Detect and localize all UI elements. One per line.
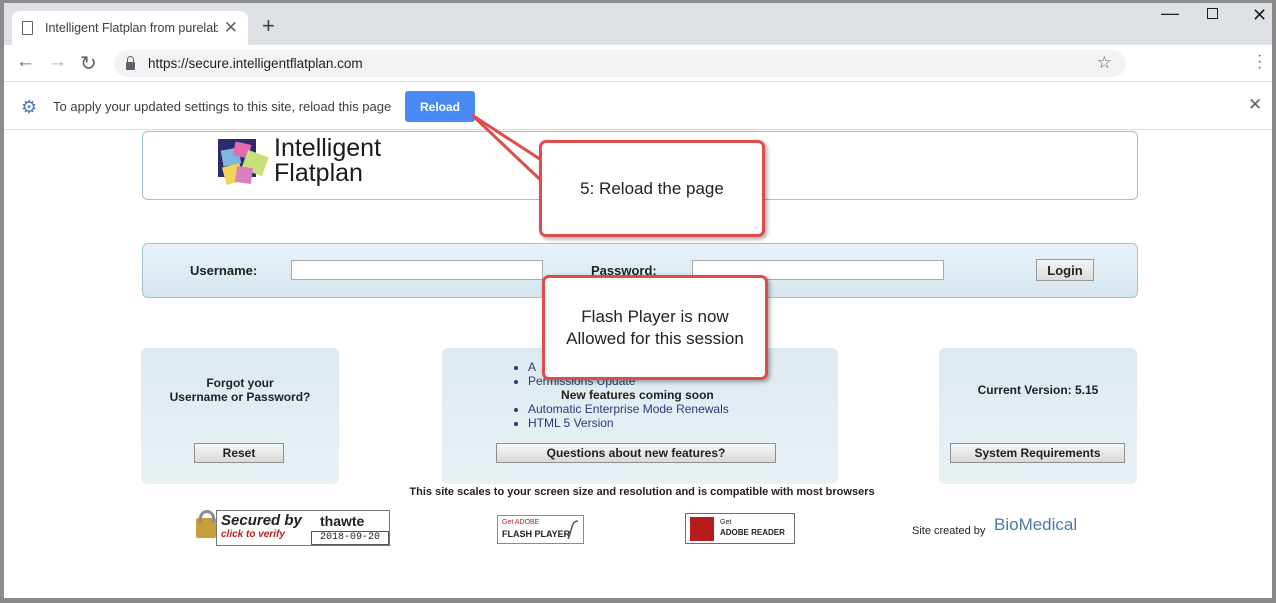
site-logo-text: Intelligent Flatplan [274,136,381,186]
questions-button[interactable]: Questions about new features? [496,443,776,463]
lock-icon [126,56,135,70]
minimize-icon[interactable]: — [1161,3,1179,24]
reset-button[interactable]: Reset [194,443,284,463]
flatplan-logo-icon [218,139,269,186]
biomedical-logo[interactable]: BioMedical [994,515,1077,535]
thawte-main-text: Secured by [221,512,302,529]
thawte-date: 2018-09-20 [311,531,389,545]
tab-strip: Intelligent Flatplan from purelabs ✕ + —… [4,3,1272,45]
forgot-password-panel: Forgot your Username or Password? Reset [141,348,339,484]
thawte-badge[interactable]: Secured by click to verify thawte 2018-0… [192,508,392,549]
flash-callout-line-1: Flash Player is now [581,306,729,326]
logo-line-1: Intelligent [274,134,382,162]
flash-icon [567,520,579,540]
flash-callout-line-2: Allowed for this session [566,328,744,348]
thawte-verify-text: click to verify [221,529,285,540]
get-flash-player-badge[interactable]: Get ADOBE FLASH PLAYER [497,515,584,544]
page-icon [22,21,33,35]
reader-badge-bottom: ADOBE READER [720,528,785,537]
browser-tab[interactable]: Intelligent Flatplan from purelabs ✕ [12,11,248,45]
refresh-icon[interactable]: ↻ [80,51,97,76]
system-requirements-button[interactable]: System Requirements [950,443,1125,463]
tab-close-icon[interactable]: ✕ [224,18,238,38]
thawte-brand: thawte [320,513,365,529]
reload-button[interactable]: Reload [405,91,475,122]
version-panel: Current Version: 5.15 System Requirement… [939,348,1137,484]
username-input[interactable] [291,260,543,280]
forgot-line-2: Username or Password? [169,390,311,404]
reload-callout: 5: Reload the page [539,140,765,237]
list-item: HTML 5 Version [528,416,729,430]
adobe-reader-icon [690,517,714,541]
site-created-by: Site created by [912,525,986,537]
reader-badge-top: Get [720,519,732,526]
new-tab-button[interactable]: + [262,13,275,39]
login-button[interactable]: Login [1036,259,1094,281]
current-version: Current Version: 5.15 [977,383,1099,397]
padlock-icon [196,510,216,538]
window-close-icon[interactable]: ✕ [1252,5,1267,26]
flash-badge-bottom: FLASH PLAYER [502,529,571,539]
url-text: https://secure.intelligentflatplan.com [148,56,363,71]
gear-icon: ⚙ [21,97,38,117]
address-bar[interactable]: https://secure.intelligentflatplan.com ☆ [114,50,1126,77]
logo-line-2: Flatplan [274,159,363,187]
username-label: Username: [190,263,258,278]
forgot-line-1: Forgot your [206,376,274,390]
flash-badge-top: Get ADOBE [502,519,540,526]
infobar-close-icon[interactable]: ✕ [1248,95,1262,115]
menu-dots-icon[interactable]: · · · [1257,48,1262,76]
browser-toolbar: ← → ↻ https://secure.intelligentflatplan… [4,45,1272,82]
list-item: Automatic Enterprise Mode Renewals [528,402,729,416]
browser-window: Intelligent Flatplan from purelabs ✕ + —… [0,0,1276,603]
coming-soon-heading: New features coming soon [561,388,714,402]
reload-infobar: ⚙ To apply your updated settings to this… [4,83,1272,130]
compatibility-note: This site scales to your screen size and… [409,486,875,498]
back-arrow-icon[interactable]: ← [16,51,35,73]
reload-callout-text: 5: Reload the page [580,178,724,198]
infobar-message: To apply your updated settings to this s… [53,99,392,114]
flash-callout: Flash Player is now Allowed for this ses… [542,275,768,380]
tab-title: Intelligent Flatplan from purelabs [45,21,218,35]
maximize-icon[interactable] [1207,8,1218,19]
get-adobe-reader-badge[interactable]: Get ADOBE READER [685,513,795,544]
forward-arrow-icon[interactable]: → [48,51,67,73]
bookmark-star-icon[interactable]: ☆ [1097,53,1112,73]
